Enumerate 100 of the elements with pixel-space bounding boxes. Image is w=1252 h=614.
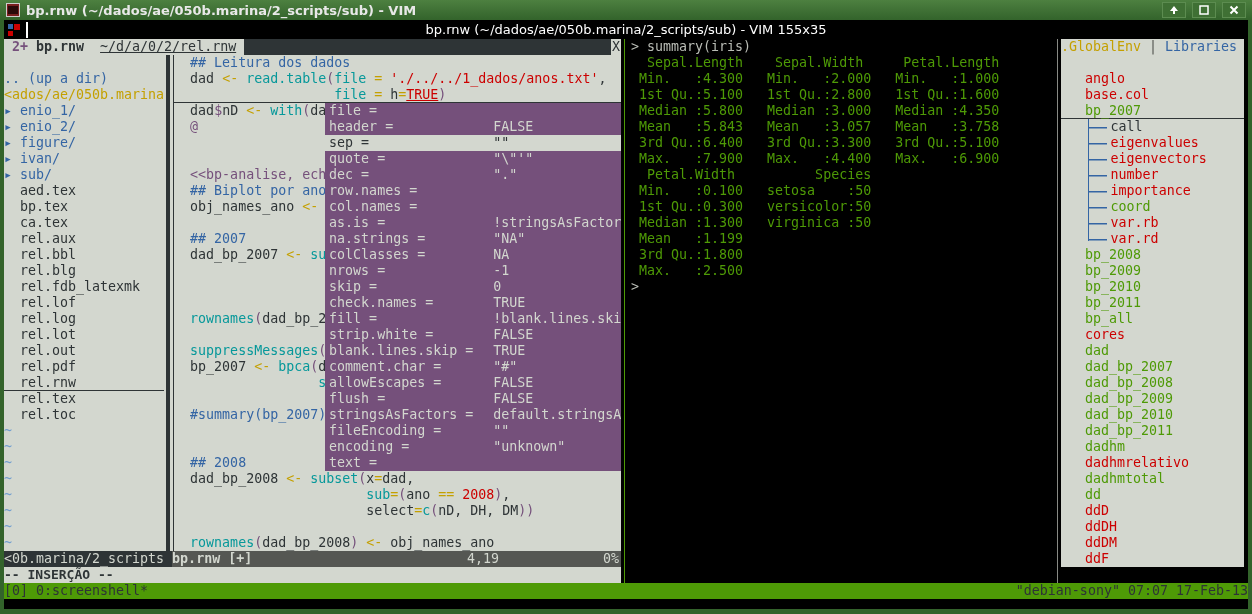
- file-tree-item[interactable]: ▸ enio_1/: [4, 103, 165, 119]
- completion-item[interactable]: text =: [325, 455, 621, 471]
- variable-item[interactable]: importance: [1110, 183, 1191, 199]
- variable-item[interactable]: base.col: [1085, 87, 1150, 102]
- file-tree-item[interactable]: rel.lot: [4, 327, 165, 343]
- mode-indicator: -- INSERÇÃO --: [4, 567, 114, 582]
- code-line: rownames(dad_bp_2008) <- obj_names_ano: [190, 535, 495, 550]
- variable-item[interactable]: dadhm: [1085, 439, 1126, 454]
- completion-item[interactable]: col.names =: [325, 199, 621, 215]
- completion-item[interactable]: strip.white = FALSE: [325, 327, 621, 343]
- file-tree-item[interactable]: rel.fdb_latexmk: [4, 279, 165, 295]
- variable-item[interactable]: bp_2009: [1085, 263, 1142, 278]
- code-line: bp_2007 <- bpca(d: [190, 359, 327, 374]
- completion-item[interactable]: fileEncoding = "": [325, 423, 621, 439]
- code-line: ## Leitura dos dados: [190, 55, 351, 70]
- file-tree-item[interactable]: ca.tex: [4, 215, 165, 231]
- variable-item[interactable]: dad_bp_2011: [1085, 423, 1174, 438]
- variable-item[interactable]: dad_bp_2009: [1085, 391, 1174, 406]
- completion-item[interactable]: allowEscapes = FALSE: [325, 375, 621, 391]
- file-tree-item[interactable]: ▸ sub/: [4, 167, 165, 183]
- terminal-menu-icon[interactable]: [8, 23, 20, 36]
- file-tree-item[interactable]: rel.aux: [4, 231, 165, 247]
- maximize-button[interactable]: [1192, 2, 1216, 18]
- variable-item[interactable]: ddDM: [1085, 535, 1118, 550]
- file-tree-item[interactable]: bp.tex: [4, 199, 165, 215]
- file-tree-item[interactable]: ▸ enio_2/: [4, 119, 165, 135]
- console-line: Min. :0.100 setosa :50: [638, 183, 873, 199]
- variable-item[interactable]: dadhmrelativo: [1085, 455, 1190, 470]
- completion-item[interactable]: fill = !blank.lines.ski: [325, 311, 621, 327]
- file-tree-item[interactable]: rel.tex: [4, 391, 165, 407]
- completion-item[interactable]: flush = FALSE: [325, 391, 621, 407]
- variable-item[interactable]: bp_2007: [1085, 103, 1142, 118]
- variable-item[interactable]: bp_2010: [1085, 279, 1142, 294]
- variable-item[interactable]: var.rd: [1110, 231, 1159, 247]
- variable-item[interactable]: ddF: [1085, 551, 1110, 566]
- console-line: Median :5.800 Median :3.000 Median :4.350: [638, 103, 1001, 119]
- variable-item[interactable]: bp_all: [1085, 311, 1134, 326]
- completion-item[interactable]: check.names = TRUE: [325, 295, 621, 311]
- variable-item[interactable]: dad: [1085, 343, 1110, 358]
- completion-item[interactable]: as.is = !stringsAsFactor: [325, 215, 621, 231]
- file-tree-item[interactable]: ▸ figure/: [4, 135, 165, 151]
- completion-item[interactable]: skip = 0: [325, 279, 621, 295]
- file-tree-item[interactable]: rel.out: [4, 343, 165, 359]
- file-tree-item[interactable]: rel.rnw: [4, 375, 165, 391]
- file-tree-item[interactable]: rel.blg: [4, 263, 165, 279]
- file-tree-item[interactable]: rel.toc: [4, 407, 165, 423]
- code-line: <<bp-analise, ech: [190, 167, 327, 182]
- variable-item[interactable]: dad_bp_2008: [1085, 375, 1174, 390]
- variable-item[interactable]: ddD: [1085, 503, 1110, 518]
- code-line: ## 2007: [190, 231, 247, 246]
- variable-item[interactable]: coord: [1110, 199, 1151, 215]
- file-tree-item[interactable]: ▸ ivan/: [4, 151, 165, 167]
- variable-item[interactable]: number: [1110, 167, 1159, 183]
- completion-item[interactable]: blank.lines.skip = TRUE: [325, 343, 621, 359]
- environment-tab[interactable]: Libraries: [1165, 39, 1238, 54]
- variable-item[interactable]: eigenvalues: [1110, 135, 1199, 151]
- file-tree-item[interactable]: .. (up a dir): [4, 71, 165, 87]
- file-tree-item[interactable]: rel.bbl: [4, 247, 165, 263]
- completion-item[interactable]: encoding = "unknown": [325, 439, 621, 455]
- text-cursor: [26, 21, 28, 38]
- file-tree-item[interactable]: rel.log: [4, 311, 165, 327]
- completion-item[interactable]: stringsAsFactors = default.stringsA: [325, 407, 621, 423]
- variable-item[interactable]: ddDH: [1085, 519, 1118, 534]
- file-tree-item[interactable]: aed.tex: [4, 183, 165, 199]
- variable-item[interactable]: var.rb: [1110, 215, 1159, 231]
- completion-item[interactable]: quote = "\"'": [325, 151, 621, 167]
- file-tree-item[interactable]: rel.lof: [4, 295, 165, 311]
- up-arrow-icon: [1169, 5, 1179, 15]
- code-line: ## Biplot por ano: [190, 183, 327, 198]
- console-line: 3rd Qu.:6.400 3rd Qu.:3.300 3rd Qu.:5.100: [638, 135, 1001, 151]
- window-title: bp.rnw (~/dados/ae/050b.marina/2_scripts/sub) - VIM: [26, 2, 417, 18]
- code-line: dad_bp_2007 <- su: [190, 247, 327, 262]
- completion-item[interactable]: sep = "": [325, 135, 621, 151]
- file-tree-item[interactable]: rel.pdf: [4, 359, 165, 375]
- tmux-window-label[interactable]: [0] 0:screenshell*: [4, 583, 149, 599]
- completion-item[interactable]: nrows = -1: [325, 263, 621, 279]
- variable-item[interactable]: bp_2008: [1085, 247, 1142, 262]
- completion-item[interactable]: dec = ".": [325, 167, 621, 183]
- completion-item[interactable]: na.strings = "NA": [325, 231, 621, 247]
- variable-item[interactable]: dad_bp_2007: [1085, 359, 1174, 374]
- completion-item[interactable]: file =: [325, 103, 621, 119]
- code-line: dad_bp_2008 <- subset(x=dad,: [190, 471, 415, 486]
- variable-item[interactable]: dad_bp_2010: [1085, 407, 1174, 422]
- variable-item[interactable]: cores: [1085, 327, 1126, 342]
- completion-item[interactable]: row.names =: [325, 183, 621, 199]
- completion-item[interactable]: colClasses = NA: [325, 247, 621, 263]
- completion-item[interactable]: header = FALSE: [325, 119, 621, 135]
- variable-item[interactable]: dd: [1085, 487, 1102, 502]
- close-icon: [1229, 5, 1239, 15]
- variable-item[interactable]: anglo: [1085, 71, 1126, 86]
- code-line: rownames(dad_bp_2: [190, 311, 327, 326]
- status-filename: bp.rnw [+]: [172, 551, 253, 567]
- variable-item[interactable]: bp_2011: [1085, 295, 1142, 310]
- variable-item[interactable]: call: [1110, 119, 1143, 135]
- variable-item[interactable]: eigenvectors: [1110, 151, 1207, 167]
- keep-above-button[interactable]: [1162, 2, 1186, 18]
- variable-item[interactable]: dadhmtotal: [1085, 471, 1166, 486]
- close-button[interactable]: [1222, 2, 1246, 18]
- completion-item[interactable]: comment.char = "#": [325, 359, 621, 375]
- console-line: Max. :7.900 Max. :4.400 Max. :6.900: [638, 151, 1001, 167]
